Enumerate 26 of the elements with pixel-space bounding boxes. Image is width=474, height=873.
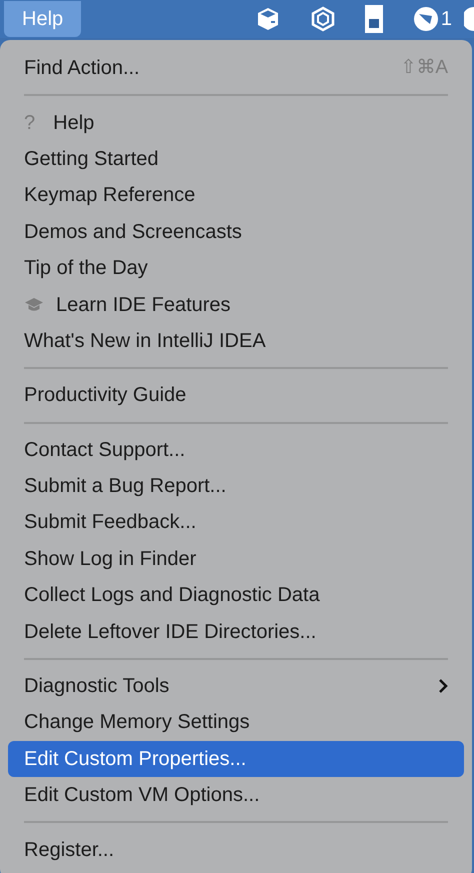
menu-item[interactable]: Learn IDE Features	[8, 286, 464, 323]
menu-item[interactable]: Keymap Reference	[8, 177, 464, 214]
menu-item[interactable]: Show Log in Finder	[8, 540, 464, 578]
menu-item[interactable]: Register...	[8, 831, 464, 868]
menu-item[interactable]: Submit a Bug Report...	[8, 468, 464, 504]
menu-item[interactable]: Productivity Guide	[8, 377, 464, 414]
menu-item[interactable]: ? Help	[8, 104, 464, 141]
menu-item[interactable]: Delete Leftover IDE Directories...	[8, 613, 464, 650]
menu-item[interactable]: Diagnostic Tools	[8, 668, 464, 704]
shortcut-label: ⇧⌘A	[400, 56, 448, 80]
menu-item[interactable]: Submit Feedback...	[8, 504, 464, 541]
menu-item[interactable]: Edit Custom Properties...	[8, 740, 464, 778]
menu-item[interactable]: Edit Custom VM Options...	[8, 777, 464, 814]
graduation-cap-icon	[24, 296, 44, 313]
menu-item[interactable]: Collect Logs and Diagnostic Data	[8, 577, 464, 614]
badge-count: 1	[440, 7, 452, 32]
menu-item[interactable]: Contact Support...	[8, 432, 464, 468]
menu-item[interactable]: Demos and Screencasts	[8, 214, 464, 250]
hexagon-icon[interactable]	[310, 6, 335, 32]
question-icon: ?	[24, 112, 36, 133]
panel-icon[interactable]	[364, 5, 383, 33]
menu-item[interactable]: Find Action... ⇧⌘A	[8, 50, 464, 86]
menu-item[interactable]: What's New in IntelliJ IDEA	[8, 322, 464, 360]
menu-item[interactable]: Change Memory Settings	[8, 704, 464, 741]
menu-item[interactable]: Tip of the Day	[8, 250, 464, 286]
menu-item[interactable]: Getting Started	[8, 140, 464, 178]
